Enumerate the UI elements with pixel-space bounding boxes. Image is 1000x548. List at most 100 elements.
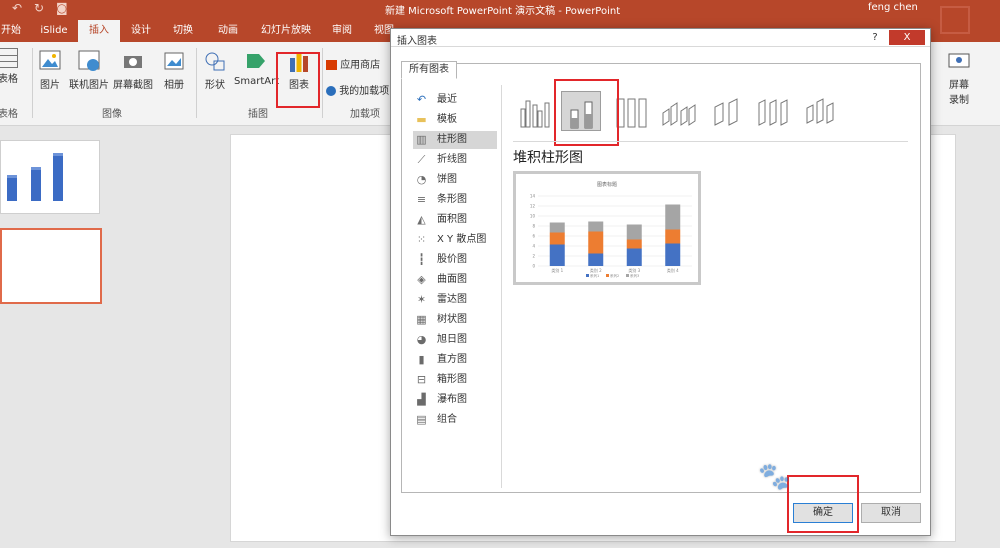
preview-title: 图表标题 (597, 181, 617, 188)
preview-bar-segment (549, 222, 565, 233)
preview-legend-label: 系列2 (610, 273, 619, 278)
line-chart-icon: ⟋ (417, 153, 426, 166)
preview-bar-segment (626, 224, 642, 240)
chart-category-item[interactable]: ▦ 树状图 (413, 311, 497, 329)
store-button[interactable]: 应用商店 (326, 56, 396, 71)
tab-islide[interactable]: iSlide (34, 20, 74, 42)
tab-insert[interactable]: 插入 (78, 20, 120, 42)
preview-x-tick: 类别 1 (551, 267, 563, 273)
sunburst-chart-icon: ◕ (416, 333, 427, 346)
dialog-title: 插入图表 (397, 36, 437, 47)
slide-thumbnail-pane (0, 126, 118, 548)
screenshot-button[interactable]: 屏幕截图 (112, 48, 154, 91)
chart-category-label: 饼图 (437, 174, 457, 185)
online-picture-label: 联机图片 (69, 80, 109, 91)
thumb-bar (31, 167, 41, 201)
screen-record-icon (946, 48, 972, 74)
chart-category-label: 面积图 (437, 214, 467, 225)
tab-transitions[interactable]: 切换 (166, 20, 200, 42)
help-button[interactable]: ? (865, 30, 885, 45)
subtype-3d-column[interactable] (801, 91, 841, 131)
screenshot-label: 屏幕截图 (113, 80, 153, 91)
tab-all-charts[interactable]: 所有图表 (401, 61, 457, 79)
stock-chart-icon: ┇ (418, 253, 425, 266)
camera-icon (120, 48, 146, 74)
chart-category-label: 直方图 (437, 354, 467, 365)
redo-icon[interactable]: ↻ (34, 1, 44, 15)
undo-icon[interactable]: ↶ (12, 1, 22, 15)
tab-design[interactable]: 设计 (124, 20, 158, 42)
chart-category-label: 组合 (437, 414, 457, 425)
scatter-chart-icon: ⁙ (416, 233, 427, 246)
preview-y-tick: 0 (532, 264, 535, 269)
title-decoration (940, 6, 970, 34)
chart-category-item[interactable]: ▟ 瀑布图 (413, 391, 497, 409)
user-name[interactable]: feng chen (868, 2, 918, 13)
chart-category-item[interactable]: ┇ 股价图 (413, 251, 497, 269)
chart-category-item[interactable]: ◭ 面积图 (413, 211, 497, 229)
subtype-3d-stacked-column[interactable] (707, 91, 747, 131)
subtype-highlight (554, 79, 619, 146)
chart-category-item[interactable]: ◈ 曲面图 (413, 271, 497, 289)
store-label: 应用商店 (340, 60, 381, 71)
cancel-button[interactable]: 取消 (861, 503, 921, 523)
screen-record-button[interactable]: 屏幕 录制 (944, 48, 974, 106)
tab-home[interactable]: 开始 (0, 20, 22, 42)
preview-bar-segment (588, 231, 604, 254)
column-chart-icon: ▥ (416, 133, 427, 146)
preview-legend-swatch (586, 274, 589, 277)
ok-button-highlight (787, 475, 859, 533)
images-group-label: 图像 (102, 109, 122, 120)
album-icon (161, 48, 187, 74)
selected-subtype-name: 堆积柱形图 (513, 150, 583, 166)
shapes-button[interactable]: 形状 (200, 48, 230, 91)
picture-icon (37, 48, 63, 74)
chart-category-item[interactable]: ▬ 模板 (413, 111, 497, 129)
chart-category-item[interactable]: ▤ 组合 (413, 411, 497, 429)
chart-category-label: X Y 散点图 (437, 234, 487, 245)
subtype-3d-100-stacked-column[interactable] (755, 91, 795, 131)
chart-category-item[interactable]: ⟋ 折线图 (413, 151, 497, 169)
chart-category-label: 瀑布图 (437, 394, 467, 405)
window-title: 新建 Microsoft PowerPoint 演示文稿 - PowerPoin… (385, 6, 621, 17)
waterfall-chart-icon: ▟ (417, 393, 426, 406)
chart-category-item[interactable]: ⊟ 箱形图 (413, 371, 497, 389)
chart-category-item[interactable]: ⁙ X Y 散点图 (413, 231, 497, 249)
histogram-chart-icon: ▮ (418, 353, 425, 366)
close-button[interactable]: X (889, 30, 925, 45)
tab-animations[interactable]: 动画 (210, 20, 246, 42)
chart-preview[interactable]: 图表标题 0 2 4 6 8 10 12 14 类别 1 类别 2 类别 3 类别 4 系列1 系列2 系列3 (513, 171, 701, 285)
my-addins-button[interactable]: 我的加载项 (326, 82, 390, 97)
chart-category-item[interactable]: ◕ 旭日图 (413, 331, 497, 349)
preview-chart-svg: 图表标题 0 2 4 6 8 10 12 14 类别 1 类别 2 类别 3 类别 4 系列1 系列2 系列3 (530, 181, 692, 278)
album-button[interactable]: 相册 (158, 48, 190, 91)
chart-category-label: 条形图 (437, 194, 467, 205)
picture-button[interactable]: 图片 (36, 48, 64, 91)
ribbon-separator (322, 48, 323, 118)
subtype-3d-clustered-column[interactable] (659, 91, 699, 131)
smartart-button[interactable]: SmartArt (234, 48, 279, 87)
present-icon[interactable]: ◙ (56, 1, 68, 15)
table-button[interactable]: 表格 (0, 48, 20, 85)
preview-x-tick: 类别 2 (590, 267, 602, 273)
chart-category-item[interactable]: ◔ 饼图 (413, 171, 497, 189)
tab-slideshow[interactable]: 幻灯片放映 (256, 20, 316, 42)
preview-y-tick: 8 (532, 224, 535, 229)
folder-icon: ▬ (416, 113, 427, 126)
chart-category-item[interactable]: ✶ 雷达图 (413, 291, 497, 309)
online-picture-button[interactable]: 联机图片 (68, 48, 110, 91)
tab-review[interactable]: 审阅 (324, 20, 360, 42)
album-label: 相册 (164, 80, 184, 91)
chart-category-item[interactable]: ≡ 条形图 (413, 191, 497, 209)
slide-thumbnail-1[interactable] (0, 140, 100, 214)
chart-category-item[interactable]: ▮ 直方图 (413, 351, 497, 369)
chart-category-item[interactable]: ▥ 柱形图 (413, 131, 497, 149)
subtype-clustered-column[interactable] (515, 91, 555, 131)
chart-category-label: 最近 (437, 94, 457, 105)
chart-category-item[interactable]: ↶ 最近 (413, 91, 497, 109)
preview-legend-label: 系列1 (590, 273, 599, 278)
preview-bar-segment (665, 204, 681, 230)
slide-thumbnail-2[interactable] (0, 228, 102, 304)
surface-chart-icon: ◈ (417, 273, 426, 286)
table-group-label: 表格 (0, 109, 18, 120)
